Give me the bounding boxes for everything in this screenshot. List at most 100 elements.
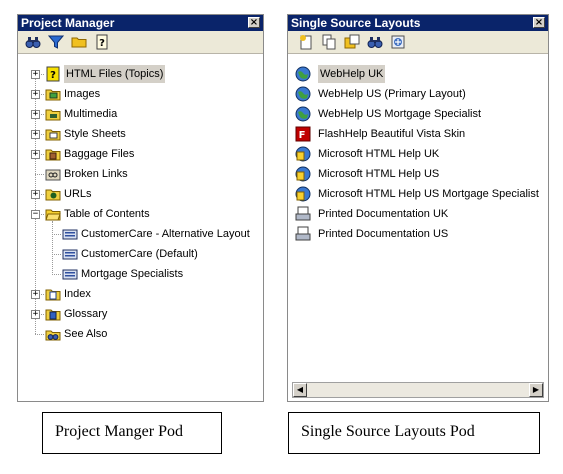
stylesheet-folder-icon [45, 126, 61, 142]
tree-item-label: Mortgage Specialists [81, 268, 184, 280]
expand-icon[interactable]: + [31, 150, 40, 159]
html-help-icon [295, 186, 311, 202]
single-source-toolbar [288, 31, 548, 54]
layout-item[interactable]: WebHelp UK [288, 65, 548, 83]
tree-item[interactable]: +? HTML Files (Topics) [18, 65, 258, 83]
project-manager-titlebar: Project Manager × [18, 15, 263, 31]
tree-item-label: Glossary [64, 308, 108, 320]
close-icon[interactable]: × [533, 17, 545, 28]
layout-item[interactable]: WebHelp US Mortgage Specialist [288, 105, 548, 123]
project-manager-pod: Project Manager × ? +? HTML Files (Topics… [17, 14, 264, 402]
project-manager-toolbar: ? [18, 31, 263, 54]
binoculars-icon[interactable] [25, 34, 41, 50]
tree-item[interactable]: + Baggage Files [18, 145, 258, 163]
layout-item-label: Printed Documentation US [318, 228, 449, 240]
tree-item-label: Images [64, 88, 101, 100]
help-topic-icon[interactable]: ? [94, 34, 110, 50]
new-layout-icon[interactable] [298, 34, 314, 50]
tree-item-label: CustomerCare - Alternative Layout [81, 228, 250, 240]
svg-text:?: ? [99, 38, 105, 49]
tree-item[interactable]: − Table of Contents [18, 205, 258, 223]
layout-item-label: FlashHelp Beautiful Vista Skin [318, 128, 466, 140]
layout-item[interactable]: WebHelp US (Primary Layout) [288, 85, 548, 103]
tree-item-label: Index [64, 288, 91, 300]
svg-text:?: ? [50, 70, 56, 81]
filter-icon[interactable] [48, 34, 64, 50]
svg-text:F: F [299, 130, 306, 141]
tree-item[interactable]: See Also [18, 325, 258, 343]
tree-item[interactable]: + Glossary [18, 305, 258, 323]
layout-item[interactable]: Printed Documentation UK [288, 205, 548, 223]
expand-icon[interactable]: + [31, 90, 40, 99]
broken-link-icon [45, 166, 61, 182]
project-manager-caption: Project Manger Pod [42, 412, 222, 454]
layout-item[interactable]: Microsoft HTML Help US Mortgage Speciali… [288, 185, 548, 203]
tree-item-label: Multimedia [64, 108, 118, 120]
tree-item-label: Style Sheets [64, 128, 126, 140]
tree-guide-line [35, 334, 44, 335]
expand-icon[interactable]: + [31, 310, 40, 319]
tree-item-label: Baggage Files [64, 148, 135, 160]
glossary-folder-icon [45, 306, 61, 322]
project-manager-title: Project Manager [21, 16, 115, 30]
layout-item[interactable]: Printed Documentation US [288, 225, 548, 243]
tree-item[interactable]: Broken Links [18, 165, 258, 183]
tree-guide-line [52, 254, 61, 255]
url-folder-icon [45, 186, 61, 202]
expand-icon[interactable]: + [31, 110, 40, 119]
html-help-icon [295, 146, 311, 162]
generate-icon[interactable] [344, 34, 360, 50]
duplicate-layout-icon[interactable] [321, 34, 337, 50]
project-tree: +? HTML Files (Topics) + Images + Multimedia +… [18, 55, 263, 401]
printed-doc-icon [295, 226, 311, 242]
collapse-icon[interactable]: − [31, 210, 40, 219]
tree-guide-line [52, 234, 61, 235]
tree-item[interactable]: + Index [18, 285, 258, 303]
layout-item-label: WebHelp UK [318, 65, 386, 83]
toc-book-icon [62, 266, 78, 282]
webhelp-icon [295, 86, 311, 102]
scroll-left-button[interactable]: ◀ [293, 383, 307, 397]
tree-item[interactable]: + Multimedia [18, 105, 258, 123]
single-source-titlebar: Single Source Layouts × [288, 15, 548, 31]
tree-item-label: Broken Links [64, 168, 128, 180]
tree-item[interactable]: + Images [18, 85, 258, 103]
publish-icon[interactable] [390, 34, 406, 50]
layout-item-label: WebHelp US (Primary Layout) [318, 88, 466, 100]
tree-item[interactable]: + Style Sheets [18, 125, 258, 143]
scroll-right-button[interactable]: ▶ [529, 383, 543, 397]
tree-item[interactable]: CustomerCare - Alternative Layout [18, 225, 258, 243]
tree-item[interactable]: CustomerCare (Default) [18, 245, 258, 263]
toc-book-icon [62, 246, 78, 262]
single-source-pod: Single Source Layouts × WebHelp UK WebHel… [287, 14, 549, 402]
layout-item[interactable]: F FlashHelp Beautiful Vista Skin [288, 125, 548, 143]
horizontal-scrollbar[interactable]: ◀ ▶ [292, 382, 544, 398]
layout-item-label: WebHelp US Mortgage Specialist [318, 108, 482, 120]
tree-item[interactable]: + URLs [18, 185, 258, 203]
layout-item-label: Microsoft HTML Help US Mortgage Speciali… [318, 188, 539, 200]
single-source-title: Single Source Layouts [291, 16, 421, 30]
index-folder-icon [45, 286, 61, 302]
layout-item-label: Microsoft HTML Help UK [318, 148, 440, 160]
view-icon[interactable] [367, 34, 383, 50]
expand-icon[interactable]: + [31, 70, 40, 79]
toc-book-icon [62, 226, 78, 242]
expand-icon[interactable]: + [31, 190, 40, 199]
tree-guide-line [52, 274, 61, 275]
layout-item[interactable]: Microsoft HTML Help US [288, 165, 548, 183]
folder-icon[interactable] [71, 34, 87, 50]
expand-icon[interactable]: + [31, 130, 40, 139]
see-also-icon [45, 326, 61, 342]
close-icon[interactable]: × [248, 17, 260, 28]
tree-guide-line [35, 174, 44, 175]
layout-item[interactable]: Microsoft HTML Help UK [288, 145, 548, 163]
printed-doc-icon [295, 206, 311, 222]
multimedia-folder-icon [45, 106, 61, 122]
toc-folder-icon [45, 206, 61, 222]
expand-icon[interactable]: + [31, 290, 40, 299]
html-help-icon [295, 166, 311, 182]
layout-item-label: Printed Documentation UK [318, 208, 449, 220]
tree-item[interactable]: Mortgage Specialists [18, 265, 258, 283]
help-file-icon: ? [45, 66, 61, 82]
tree-item-label: URLs [64, 188, 92, 200]
